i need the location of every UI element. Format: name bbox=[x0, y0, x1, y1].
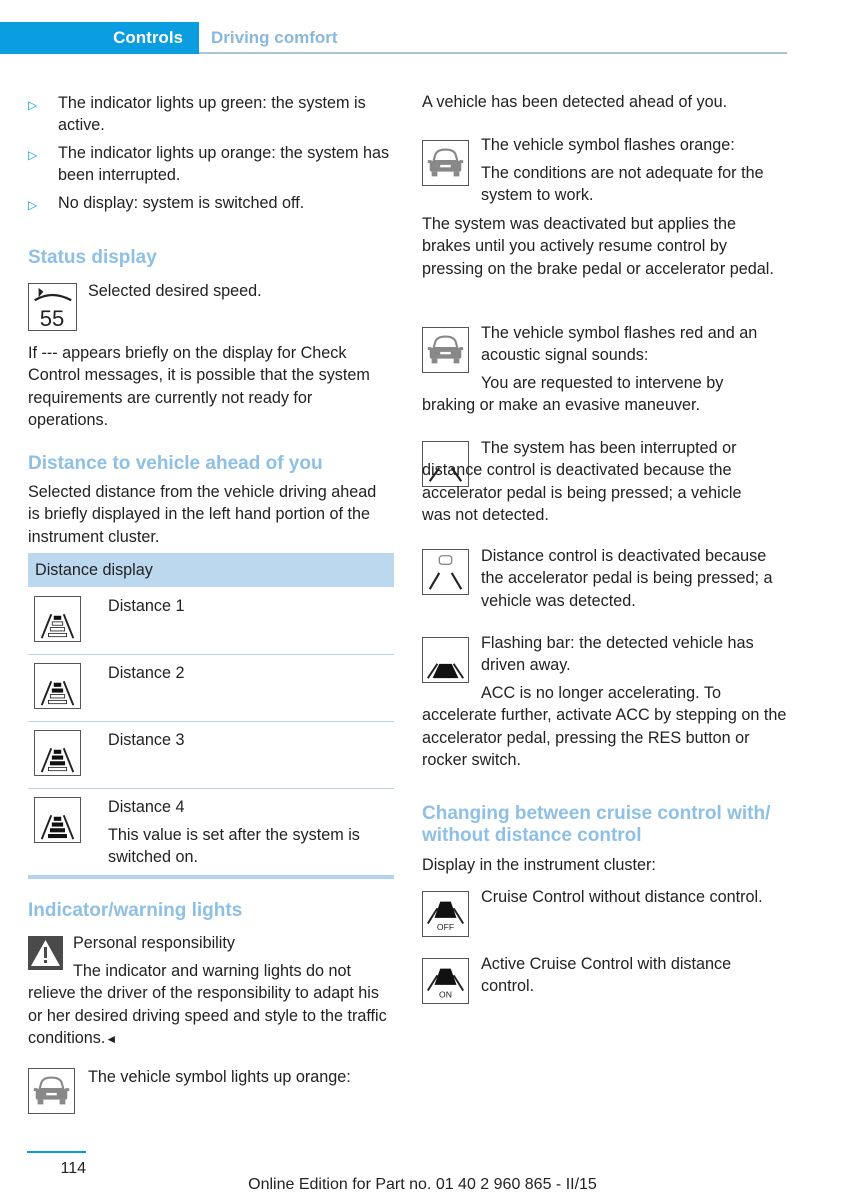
end-mark-icon: ◄ bbox=[105, 1031, 118, 1046]
edition-note: Online Edition for Part no. 01 40 2 960 … bbox=[248, 1176, 597, 1193]
vehicle-orange-caption: The vehicle symbol lights up orange: bbox=[88, 1068, 351, 1086]
heading-status-display: Status display bbox=[28, 247, 157, 268]
detected-intro: A vehicle has been detected ahead of you… bbox=[422, 93, 728, 111]
deactivated-detected-text: Distance control is deactivated because … bbox=[481, 547, 773, 610]
heading-indicator-lights: Indicator/warning lights bbox=[28, 900, 243, 921]
vehicle-icon bbox=[422, 327, 469, 373]
speed-indicator-icon: 55 bbox=[28, 283, 77, 331]
flashing-bar-title: Flashing bar: the detected vehicle has d… bbox=[481, 634, 754, 675]
distance-bars-icon bbox=[34, 730, 81, 776]
header-rule bbox=[199, 52, 787, 54]
status-paragraph: If --- appears briefly on the display fo… bbox=[28, 344, 370, 429]
footer-rule bbox=[27, 1151, 86, 1153]
triangle-bullet-icon: ▷ bbox=[28, 148, 38, 162]
distance-label: Distance 3 bbox=[108, 731, 185, 749]
distance-bars-icon bbox=[34, 797, 81, 843]
svg-text:OFF: OFF bbox=[437, 922, 454, 932]
distance-bars-icon bbox=[34, 596, 81, 642]
flash-red-title: The vehicle symbol flashes red and an ac… bbox=[481, 324, 758, 365]
table-row: Distance 2 bbox=[28, 655, 394, 722]
distance-label: Distance 2 bbox=[108, 664, 185, 682]
cruise-off-icon: OFF bbox=[422, 891, 469, 937]
warning-title: Personal responsibility bbox=[73, 934, 235, 952]
triangle-bullet-icon: ▷ bbox=[28, 198, 38, 212]
distance-bars-icon bbox=[34, 663, 81, 709]
distance-table-header: Distance display bbox=[28, 553, 394, 587]
table-row: Distance 3 bbox=[28, 722, 394, 789]
changing-intro: Display in the instrument cluster: bbox=[422, 856, 656, 874]
svg-text:ON: ON bbox=[439, 989, 452, 999]
distance-note: This value is set after the system is sw… bbox=[108, 826, 360, 867]
heading-changing-cruise: Changing between cruise control with/ wi… bbox=[422, 803, 771, 846]
flash-orange-title: The vehicle symbol flashes orange: bbox=[481, 136, 735, 154]
flash-red-text: You are requested to intervene by brakin… bbox=[422, 374, 724, 415]
table-bottom-rule bbox=[28, 875, 394, 879]
flashing-bar-icon bbox=[422, 637, 469, 683]
cruise-on-icon: ON bbox=[422, 958, 469, 1004]
vehicle-icon bbox=[422, 140, 469, 186]
header-chapter: Driving comfort bbox=[211, 28, 338, 47]
cruise-on-text: Active Cruise Control with distance cont… bbox=[481, 955, 732, 996]
header-section: Controls bbox=[113, 28, 183, 47]
vehicle-icon bbox=[28, 1068, 75, 1114]
cruise-off-text: Cruise Control without distance control. bbox=[481, 888, 763, 906]
table-row: Distance 4 This value is set after the sy… bbox=[28, 789, 394, 866]
speed-icon-caption: Selected desired speed. bbox=[88, 282, 262, 300]
distance-label: Distance 1 bbox=[108, 597, 185, 615]
distance-label: Distance 4 bbox=[108, 798, 185, 816]
svg-text:55: 55 bbox=[40, 306, 65, 330]
triangle-bullet-icon: ▷ bbox=[28, 98, 38, 112]
flash-orange-text: The conditions are not adequate for the … bbox=[481, 164, 764, 205]
table-row: Distance 1 bbox=[28, 588, 394, 655]
interrupted-text: The system has been interrupted or dista… bbox=[422, 439, 742, 524]
heading-distance: Distance to vehicle ahead of you bbox=[28, 453, 323, 474]
deactivated-paragraph: The system was deactivated but applies t… bbox=[422, 215, 774, 278]
flashing-bar-text: ACC is no longer accelerating. To accele… bbox=[422, 684, 787, 769]
lane-vehicle-icon bbox=[422, 549, 469, 595]
warning-text: The indicator and warning lights do not … bbox=[28, 962, 387, 1047]
distance-paragraph: Selected distance from the vehicle drivi… bbox=[28, 483, 377, 546]
